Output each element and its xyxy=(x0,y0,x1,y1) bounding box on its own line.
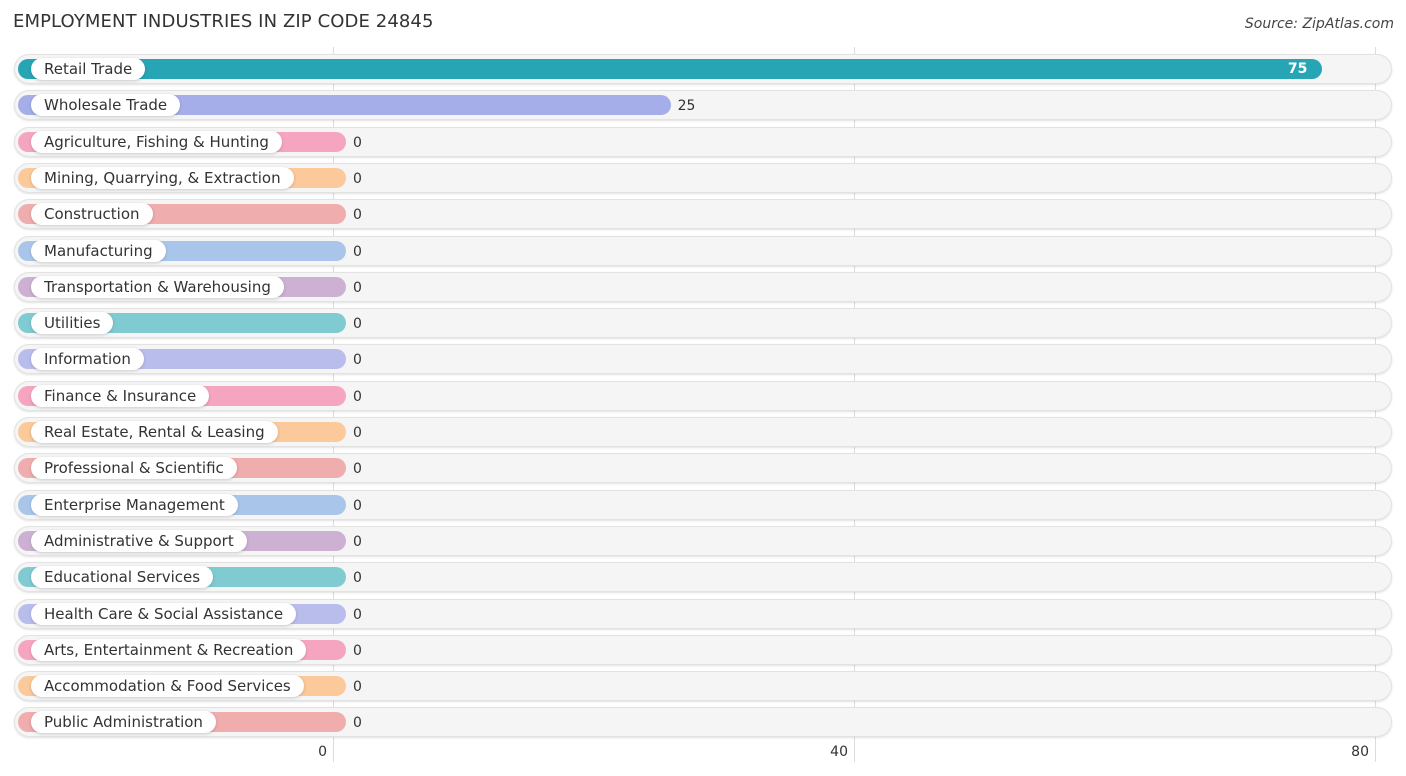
value-label: 0 xyxy=(353,388,362,405)
value-label: 0 xyxy=(353,352,362,369)
category-label: Wholesale Trade xyxy=(31,94,181,117)
value-label: 25 xyxy=(677,98,696,115)
x-tick-label: 0 xyxy=(318,744,327,760)
x-tick-label: 80 xyxy=(1351,744,1369,760)
category-label: Finance & Insurance xyxy=(31,384,210,407)
category-label: Manufacturing xyxy=(31,239,166,262)
bar[interactable] xyxy=(18,59,1322,79)
value-label: 0 xyxy=(353,461,362,478)
value-label: 0 xyxy=(353,316,362,333)
category-label: Agriculture, Fishing & Hunting xyxy=(31,130,282,153)
value-label: 0 xyxy=(353,642,362,659)
category-label: Enterprise Management xyxy=(31,493,238,516)
category-label: Construction xyxy=(31,203,153,226)
value-label: 75 xyxy=(1287,61,1308,77)
category-label: Public Administration xyxy=(31,711,216,734)
category-label: Transportation & Warehousing xyxy=(31,275,284,298)
category-label: Administrative & Support xyxy=(31,529,247,552)
category-label: Arts, Entertainment & Recreation xyxy=(31,638,307,661)
value-label: 0 xyxy=(353,533,362,550)
category-label: Professional & Scientific xyxy=(31,457,237,480)
x-tick-label: 40 xyxy=(830,744,848,760)
value-label: 0 xyxy=(353,243,362,260)
value-label: 0 xyxy=(353,497,362,514)
bar-chart: Retail Trade 75 Wholesale Trade 25 Agricultu… xyxy=(0,0,1406,776)
category-label: Educational Services xyxy=(31,566,214,589)
category-label: Retail Trade xyxy=(31,58,146,80)
category-label: Mining, Quarrying, & Extraction xyxy=(31,166,294,189)
value-label: 0 xyxy=(353,134,362,151)
value-label: 0 xyxy=(353,606,362,623)
value-label: 0 xyxy=(353,279,362,296)
value-label: 0 xyxy=(353,570,362,587)
category-label: Real Estate, Rental & Leasing xyxy=(31,421,278,443)
value-label: 0 xyxy=(353,170,362,187)
category-label: Information xyxy=(31,348,144,371)
value-label: 0 xyxy=(353,207,362,224)
value-label: 0 xyxy=(353,715,362,732)
value-label: 0 xyxy=(353,425,362,441)
category-label: Accommodation & Food Services xyxy=(31,675,304,698)
category-label: Utilities xyxy=(31,312,114,335)
category-label: Health Care & Social Assistance xyxy=(31,602,297,625)
value-label: 0 xyxy=(353,679,362,696)
